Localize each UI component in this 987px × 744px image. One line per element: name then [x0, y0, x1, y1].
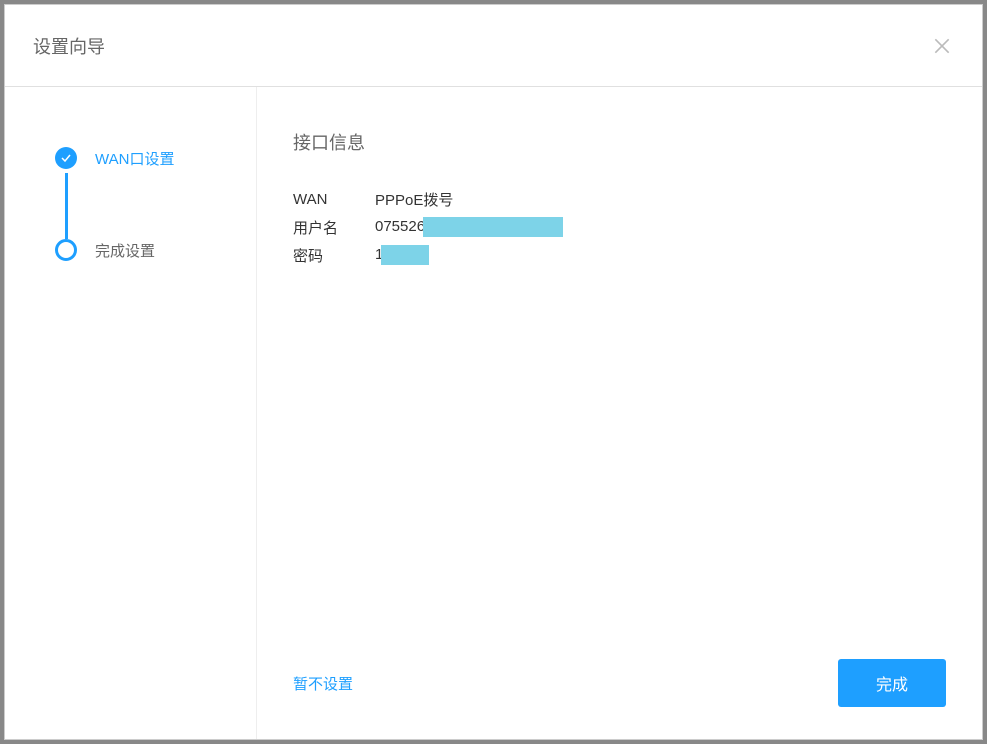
step-label: 完成设置: [95, 240, 155, 261]
interface-info-table: WAN PPPoE拨号 用户名 075526 密码 1: [293, 187, 946, 271]
info-value: PPPoE拨号: [375, 189, 453, 210]
setup-wizard-dialog: 设置向导 WAN口设置 完成设置 接口信息 WAN PPPoE: [4, 4, 983, 740]
close-button[interactable]: [930, 34, 954, 58]
info-label: WAN: [293, 191, 375, 208]
finish-button[interactable]: 完成: [838, 659, 946, 707]
dialog-title: 设置向导: [33, 33, 105, 59]
redacted-block: [381, 245, 429, 265]
info-label: 密码: [293, 245, 375, 266]
info-value: 1: [375, 245, 429, 265]
step-label: WAN口设置: [95, 148, 174, 169]
step-icon-current: [55, 239, 77, 261]
wizard-sidebar: WAN口设置 完成设置: [5, 87, 257, 739]
info-row-username: 用户名 075526: [293, 215, 946, 239]
info-label: 用户名: [293, 217, 375, 238]
skip-link[interactable]: 暂不设置: [293, 673, 353, 694]
redacted-block: [423, 217, 563, 237]
step-finish-settings[interactable]: 完成设置: [55, 239, 256, 261]
dialog-body: WAN口设置 完成设置 接口信息 WAN PPPoE拨号 用户名 075526 …: [5, 87, 982, 739]
content-footer: 暂不设置 完成: [293, 659, 946, 715]
step-connector-line: [65, 173, 68, 239]
step-icon-completed: [55, 147, 77, 169]
close-icon: [932, 36, 952, 56]
info-value: 075526: [375, 217, 563, 237]
info-row-wan: WAN PPPoE拨号: [293, 187, 946, 211]
step-wan-settings[interactable]: WAN口设置: [55, 147, 256, 169]
check-icon: [60, 152, 72, 164]
info-row-password: 密码 1: [293, 243, 946, 267]
content-title: 接口信息: [293, 129, 946, 155]
content-panel: 接口信息 WAN PPPoE拨号 用户名 075526 密码 1 暂不设置 完成: [257, 87, 982, 739]
dialog-header: 设置向导: [5, 5, 982, 87]
info-value-text: 075526: [375, 218, 425, 235]
